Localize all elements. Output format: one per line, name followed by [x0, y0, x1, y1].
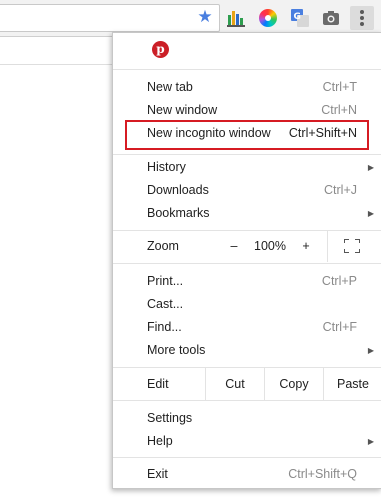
menu-item-shortcut: Ctrl+Shift+Q — [288, 467, 357, 481]
menu-item-label: Cast... — [147, 297, 184, 311]
menu-item-find[interactable]: Find... Ctrl+F — [113, 316, 381, 339]
chrome-main-menu: p New tab Ctrl+T New window Ctrl+N New i… — [112, 32, 381, 489]
menu-item-label: New tab — [147, 80, 193, 94]
address-bar[interactable] — [0, 4, 220, 32]
menu-item-label: History — [147, 160, 186, 174]
menu-item-label: New window — [147, 103, 218, 117]
menu-item-help[interactable]: Help ▶ — [113, 430, 381, 453]
color-wheel-extension-icon[interactable] — [259, 9, 277, 27]
star-icon[interactable]: ★ — [196, 8, 214, 26]
bar-chart-extension-icon[interactable] — [227, 9, 245, 27]
svg-text:G: G — [294, 12, 301, 22]
menu-item-label: Bookmarks — [147, 206, 210, 220]
separator — [113, 263, 381, 264]
zoom-in-button[interactable]: + — [299, 231, 313, 262]
menu-item-cast[interactable]: Cast... — [113, 293, 381, 316]
submenu-arrow-icon: ▶ — [367, 346, 374, 355]
menu-extensions-row: p — [113, 33, 381, 69]
menu-item-label: Settings — [147, 411, 193, 425]
cut-button[interactable]: Cut — [205, 368, 264, 400]
copy-button[interactable]: Copy — [264, 368, 323, 400]
menu-item-label: Find... — [147, 320, 182, 334]
submenu-arrow-icon: ▶ — [367, 209, 374, 218]
zoom-label: Zoom — [147, 239, 179, 253]
more-vert-icon[interactable] — [350, 6, 374, 30]
menu-item-new-tab[interactable]: New tab Ctrl+T — [113, 76, 381, 99]
menu-item-label: Exit — [147, 467, 168, 481]
menu-item-bookmarks[interactable]: Bookmarks ▶ — [113, 202, 381, 225]
separator — [113, 400, 381, 401]
zoom-row: Zoom – 100% + — [113, 231, 381, 262]
menu-item-shortcut: Ctrl+J — [324, 183, 357, 197]
menu-item-history[interactable]: History ▶ — [113, 156, 381, 179]
paste-button[interactable]: Paste — [323, 368, 381, 400]
menu-item-label: More tools — [147, 343, 206, 357]
camera-extension-icon[interactable] — [322, 9, 340, 27]
highlight-box — [125, 120, 369, 150]
menu-item-label: Print... — [147, 274, 184, 288]
separator — [113, 69, 381, 70]
menu-item-settings[interactable]: Settings — [113, 407, 381, 430]
zoom-level: 100% — [254, 239, 286, 253]
edit-label: Edit — [147, 377, 169, 391]
separator — [113, 154, 381, 155]
separator — [327, 231, 328, 262]
menu-item-shortcut: Ctrl+P — [321, 274, 357, 288]
menu-item-shortcut: Ctrl+T — [322, 80, 357, 94]
menu-item-exit[interactable]: Exit Ctrl+Shift+Q — [113, 463, 381, 486]
fullscreen-icon[interactable] — [344, 239, 360, 253]
menu-item-label: Help — [147, 434, 173, 448]
menu-item-label: Downloads — [147, 183, 209, 197]
menu-item-shortcut: Ctrl+F — [322, 320, 357, 334]
edit-row: Edit Cut Copy Paste — [113, 368, 381, 400]
menu-item-more-tools[interactable]: More tools ▶ — [113, 339, 381, 362]
menu-item-print[interactable]: Print... Ctrl+P — [113, 270, 381, 293]
menu-item-shortcut: Ctrl+N — [321, 103, 357, 117]
separator — [113, 457, 381, 458]
pinterest-icon[interactable]: p — [152, 41, 169, 58]
menu-item-new-window[interactable]: New window Ctrl+N — [113, 99, 381, 122]
submenu-arrow-icon: ▶ — [367, 437, 374, 446]
submenu-arrow-icon: ▶ — [367, 163, 374, 172]
menu-item-downloads[interactable]: Downloads Ctrl+J — [113, 179, 381, 202]
translate-extension-icon[interactable]: G — [291, 9, 309, 27]
zoom-out-button[interactable]: – — [227, 231, 241, 262]
